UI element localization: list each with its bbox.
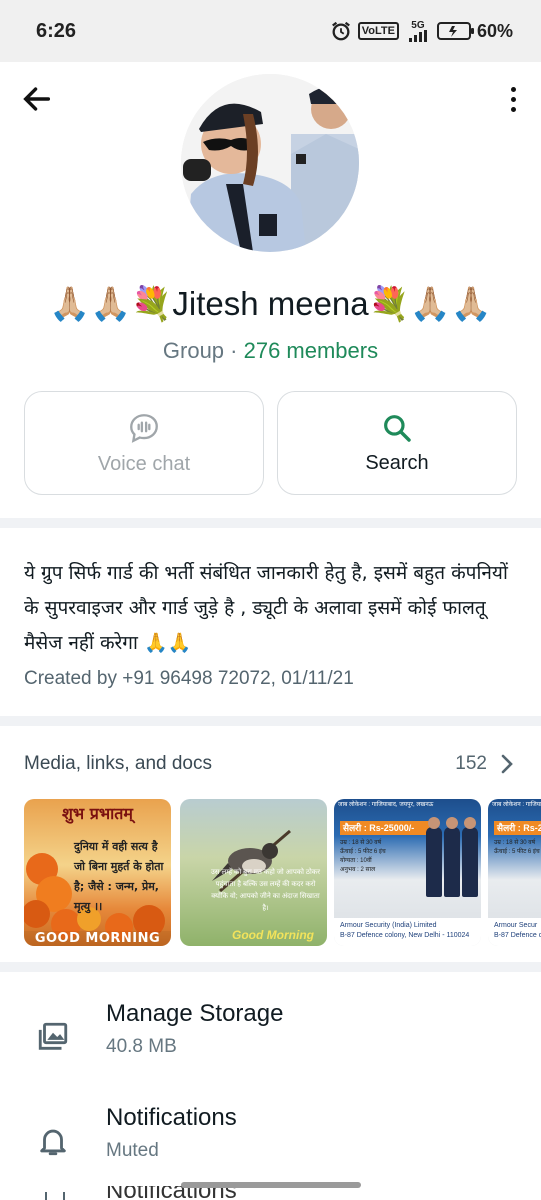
guard-figure [444,817,460,897]
back-button[interactable] [20,82,54,116]
more-dot-icon [510,86,516,92]
notifications-row[interactable]: Notifications Muted [0,1104,541,1194]
storage-icon [38,1022,68,1050]
back-arrow-icon [23,87,51,111]
media-links-docs-header[interactable]: Media, links, and docs 152 [24,752,517,776]
thumb-company: Armour Security (India) Limited B-87 Def… [334,918,481,946]
section-divider [0,962,541,972]
thumb-quote: उस लम्हें को बुरा मत कहो जो आपको ठोकर पह… [210,869,321,912]
thumb-salary: सैलरी : Rs-2 [494,821,541,835]
battery-icon [436,22,474,40]
thumb-details: उम्र : 18 से 30 वर्ष ऊँचाई : 5 फीट 6 इंच… [340,840,386,873]
thumb-good-morning: GOOD MORNING [24,931,171,946]
alarm-icon [331,21,350,41]
partial-row-title: Notifications [106,1186,237,1200]
thumb-quote: दुनिया में वही सत्य है जो बिना मुहर्त के… [74,840,164,913]
bell-icon [40,1129,66,1156]
volte-icon: VoLTE [357,22,399,40]
guard-figure [462,817,478,897]
storage-size: 40.8 MB [106,1036,177,1057]
media-count: 152 [455,753,487,774]
group-description[interactable]: ये ग्रुप सिर्फ गार्ड की भर्ती संबंधित जा… [24,556,524,661]
search-label: Search [365,451,429,474]
status-bar: 6:26 VoLTE 5G 60% [0,0,541,62]
voice-chat-button[interactable]: Voice chat [24,391,264,495]
avatar-image [181,74,359,252]
voice-chat-label: Voice chat [97,452,191,475]
guard-figure [426,817,442,897]
battery-percent: 60% [476,20,513,41]
chevron-right-icon [501,754,513,774]
thumb-company: Armour Secur B-87 Defence colo [488,918,541,946]
more-dot-icon [510,106,516,112]
signal-icon: 5G [405,19,431,42]
thumb-good-morning: Good Morning [232,928,314,942]
media-thumbnail[interactable]: उस लम्हें को बुरा मत कहो जो आपको ठोकर पह… [180,799,327,946]
media-thumbnail[interactable]: जाब लोकेशन : गाजियाबाद सैलरी : Rs-2 उम्र… [488,799,541,946]
manage-storage-row[interactable]: Manage Storage 40.8 MB [0,1000,541,1090]
media-title: Media, links, and docs [24,753,212,774]
thumb-details: उम्र : 18 से 30 वर्ष ऊँचाई : 5 फीट 6 इंच [494,840,540,855]
notifications-status: Muted [106,1140,159,1161]
group-subtitle: Group · 276 members [0,338,541,364]
manage-storage-title: Manage Storage [106,1000,284,1027]
search-icon [384,414,411,442]
thumb-greeting: शुभ प्रभातम् [62,804,133,823]
network-type: 5G [411,19,425,31]
search-button[interactable]: Search [277,391,517,495]
media-thumbnail[interactable]: जाब लोकेशन : गाजियाबाद, जयपुर, लखनऊ सैलर… [334,799,481,946]
members-count[interactable]: 276 members [244,338,379,363]
thumb-job-location: जाब लोकेशन : गाजियाबाद [492,802,541,808]
status-icons: VoLTE 5G 60% [330,20,513,42]
thumb-salary: सैलरी : Rs-25000/- [340,821,430,835]
group-type: Group · [162,338,244,363]
group-name: 🙏🏼🙏🏼💐Jitesh meena💐🙏🏼🙏🏼 [49,285,492,322]
action-buttons: Voice chat Search [24,391,517,495]
status-time: 6:26 [36,19,77,42]
section-divider [0,716,541,726]
created-by: Created by +91 96498 72072, 01/11/21 [24,668,354,689]
section-divider [0,518,541,528]
more-dot-icon [510,96,516,102]
more-options-button[interactable] [503,82,523,116]
thumb-job-location: जाब लोकेशन : गाजियाबाद, जयपुर, लखनऊ [338,802,434,808]
group-avatar[interactable] [181,74,359,252]
partial-row-icon [45,1192,65,1200]
media-thumbnails: शुभ प्रभातम् दुनिया में वही सत्य है जो ब… [24,799,541,947]
voice-chat-icon [130,413,158,443]
home-indicator[interactable] [181,1182,361,1188]
media-thumbnail[interactable]: शुभ प्रभातम् दुनिया में वही सत्य है जो ब… [24,799,171,946]
notifications-title: Notifications [106,1104,237,1131]
